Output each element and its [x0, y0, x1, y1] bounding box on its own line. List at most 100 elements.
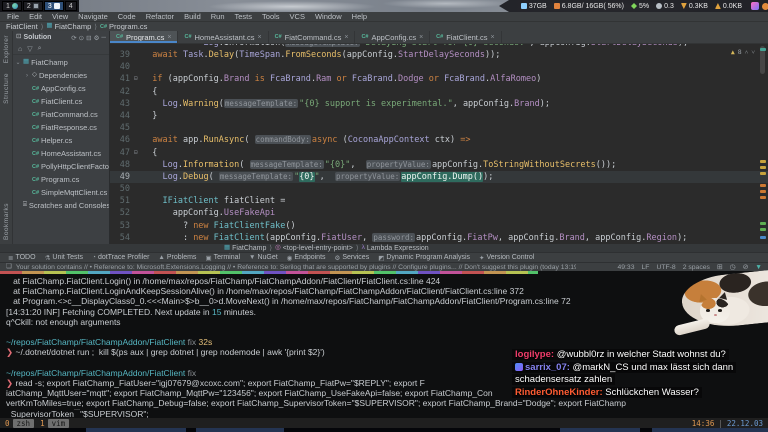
- panel-toolbar-icon-1[interactable]: ⊙: [79, 34, 84, 42]
- menu-refactor[interactable]: Refactor: [146, 12, 174, 21]
- tab-close-icon[interactable]: ×: [167, 34, 171, 41]
- toolwindow-dynamic-program-analysis[interactable]: ◩ Dynamic Program Analysis: [378, 254, 470, 262]
- menu-help[interactable]: Help: [352, 12, 367, 21]
- fold-marker-icon[interactable]: ⊟: [134, 147, 142, 159]
- code-line-39[interactable]: 39 await Task.Delay(TimeSpan.FromSeconds…: [110, 49, 768, 61]
- code-area[interactable]: Log.Information(messageTemplate:"Delayin…: [110, 44, 768, 244]
- menu-vcs[interactable]: VCS: [290, 12, 305, 21]
- breadcrumb-top-level-entry-point[interactable]: ◎ <top-level-entry-point>: [275, 244, 353, 251]
- highlighting-level-icon[interactable]: ▼: [755, 264, 762, 271]
- workspace-3[interactable]: 3: [43, 1, 64, 11]
- toolwindow-version-control[interactable]: ✦ Version Control: [479, 254, 534, 262]
- panel-toolbar-icon-3[interactable]: ⚙: [94, 34, 100, 42]
- toolwindow-unit-tests[interactable]: ⚗ Unit Tests: [45, 254, 83, 262]
- panel-toolbar-icon-4[interactable]: ─: [101, 34, 106, 42]
- lock-icon[interactable]: ⊘: [743, 263, 749, 271]
- indent-style[interactable]: 2 spaces: [683, 264, 710, 271]
- code-line-44[interactable]: 44 }: [110, 110, 768, 122]
- code-line-48[interactable]: 48 Log.Information( messageTemplate: "{0}…: [110, 159, 768, 171]
- tab-close-icon[interactable]: ×: [258, 34, 262, 41]
- menu-navigate[interactable]: Navigate: [78, 12, 108, 21]
- code-line-40[interactable]: 40: [110, 61, 768, 73]
- code-line-51[interactable]: 51 IFiatClient fiatClient =: [110, 195, 768, 207]
- menu-tools[interactable]: Tools: [262, 12, 280, 21]
- fold-marker-icon[interactable]: ⊟: [134, 73, 142, 85]
- menu-run[interactable]: Run: [211, 12, 225, 21]
- tree-item-fiatresponse-cs[interactable]: C# FiatResponse.cs: [13, 121, 109, 134]
- notifications-icon[interactable]: ◷: [730, 263, 736, 271]
- tree-item-pollyhttpclientfactory-cs[interactable]: C#PollyHttpClientFactory.cs: [13, 160, 109, 173]
- toolwindow-todo[interactable]: ≣ TODO: [8, 254, 36, 262]
- filter-icon-1[interactable]: ▽: [27, 45, 32, 53]
- tree-item-program-cs[interactable]: C# Program.cs: [13, 173, 109, 186]
- filter-icon-0[interactable]: ⌂: [18, 46, 22, 53]
- code-line-52[interactable]: 52 appConfig.UseFakeApi: [110, 207, 768, 219]
- tab-close-icon[interactable]: ×: [419, 34, 423, 41]
- tree-item-fiatclient-cs[interactable]: C# FiatClient.cs: [13, 95, 109, 108]
- tab-appconfig-cs[interactable]: C# AppConfig.cs ×: [355, 31, 431, 43]
- code-line-45[interactable]: 45: [110, 122, 768, 134]
- tool-strip-structure[interactable]: Structure: [3, 73, 10, 104]
- code-line-46[interactable]: 46 await app.RunAsync( commandBody: async…: [110, 134, 768, 146]
- tree-item-appconfig-cs[interactable]: C# AppConfig.cs: [13, 82, 109, 95]
- tree-item-homeassistant-cs[interactable]: C# HomeAssistant.cs: [13, 147, 109, 160]
- prev-issue-icon[interactable]: ˄: [745, 46, 749, 58]
- code-line-47[interactable]: 47 ⊟ {: [110, 147, 768, 159]
- menu-tests[interactable]: Tests: [235, 12, 253, 21]
- tmux-window-0[interactable]: 0 zsh: [5, 418, 35, 428]
- editor[interactable]: C# Program.cs × C# HomeAssistant.cs × C# FiatCo…: [110, 31, 768, 244]
- toolwindow-endpoints[interactable]: ◉ Endpoints: [287, 254, 326, 262]
- encoding[interactable]: UTF-8: [656, 264, 675, 271]
- breadcrumb-program-cs[interactable]: C# Program.cs: [100, 22, 147, 31]
- tmux-window-1[interactable]: 1 vim: [40, 418, 70, 428]
- tree-item-helper-cs[interactable]: C# Helper.cs: [13, 134, 109, 147]
- status-message[interactable]: Your solution contains // • Reference to…: [16, 264, 576, 271]
- app-tray-icon[interactable]: [751, 2, 759, 10]
- tool-strip-bookmarks[interactable]: Bookmarks: [3, 203, 10, 240]
- workspace-1[interactable]: 1: [2, 1, 22, 11]
- breadcrumb-fiatchamp[interactable]: ▦ FiatChamp: [46, 22, 91, 31]
- tool-strip-explorer[interactable]: Explorer: [3, 35, 10, 63]
- event-log-icon[interactable]: ❏: [6, 263, 12, 271]
- menu-view[interactable]: View: [52, 12, 68, 21]
- code-line-54[interactable]: 54 : new FiatClient(appConfig.FiatUser, …: [110, 232, 768, 244]
- tray-dot-icon[interactable]: [762, 2, 768, 10]
- filter-icon-2[interactable]: ⌕: [38, 45, 42, 53]
- menu-build[interactable]: Build: [184, 12, 201, 21]
- tree-item-fiatchamp[interactable]: ⌄ ▦ FiatChamp: [13, 56, 109, 69]
- workspace-4[interactable]: 4: [64, 1, 77, 11]
- tab-fiatcommand-cs[interactable]: C# FiatCommand.cs ×: [269, 31, 356, 43]
- breadcrumb-fiatclient[interactable]: FiatClient: [6, 22, 38, 31]
- menu-window[interactable]: Window: [315, 12, 342, 21]
- tab-homeassistant-cs[interactable]: C# HomeAssistant.cs ×: [178, 31, 269, 43]
- breadcrumb-fiatchamp[interactable]: ▦ FiatChamp: [224, 244, 266, 251]
- code-line-49[interactable]: 49 Log.Debug( messageTemplate: "{0}", pro…: [110, 170, 768, 184]
- tree-item-simplemqttclient-cs[interactable]: C# SimpleMqttClient.cs: [13, 186, 109, 199]
- line-ending[interactable]: LF: [642, 264, 650, 271]
- code-line-41[interactable]: 41 ⊟ if (appConfig.Brand is FcaBrand.Ram …: [110, 73, 768, 85]
- tree-item-dependencies[interactable]: › ◇ Dependencies: [13, 69, 109, 82]
- solution-tree[interactable]: ⌄ ▦ FiatChamp › ◇ Dependencies C# AppConfig.cs C…: [13, 55, 109, 244]
- tree-item-scratches-and-consoles[interactable]: ⌸ Scratches and Consoles: [13, 199, 109, 212]
- panel-toolbar-icon-0[interactable]: ⟳: [71, 34, 76, 42]
- toolwindow-terminal[interactable]: ▣ Terminal: [205, 254, 240, 262]
- menu-code[interactable]: Code: [118, 12, 136, 21]
- code-line-50[interactable]: 50: [110, 183, 768, 195]
- toolwindow-dottrace-profiler[interactable]: ◔ dotTrace Profiler: [92, 254, 149, 261]
- code-line-42[interactable]: 42 {: [110, 86, 768, 98]
- toolwindow-services[interactable]: ⚙ Services: [335, 254, 370, 262]
- code-line-53[interactable]: 53 ? new FiatClientFake(): [110, 220, 768, 232]
- tree-expander-icon[interactable]: ⌄: [15, 59, 21, 66]
- layout-icon[interactable]: ⊞: [717, 263, 723, 271]
- tab-close-icon[interactable]: ×: [344, 34, 348, 41]
- workspace-2[interactable]: 2: [22, 1, 43, 11]
- menu-file[interactable]: File: [7, 12, 19, 21]
- menu-edit[interactable]: Edit: [29, 12, 42, 21]
- tab-fiatclient-cs[interactable]: C# FiatClient.cs ×: [430, 31, 502, 43]
- breadcrumb-lambda-expression[interactable]: λ Lambda Expression: [362, 244, 429, 251]
- caret-position[interactable]: 49:33: [617, 264, 634, 271]
- tree-expander-icon[interactable]: ›: [24, 73, 30, 79]
- panel-toolbar-icon-2[interactable]: ⊟: [86, 34, 91, 42]
- next-issue-icon[interactable]: ˅: [751, 46, 755, 58]
- tree-item-fiatcommand-cs[interactable]: C# FiatCommand.cs: [13, 108, 109, 121]
